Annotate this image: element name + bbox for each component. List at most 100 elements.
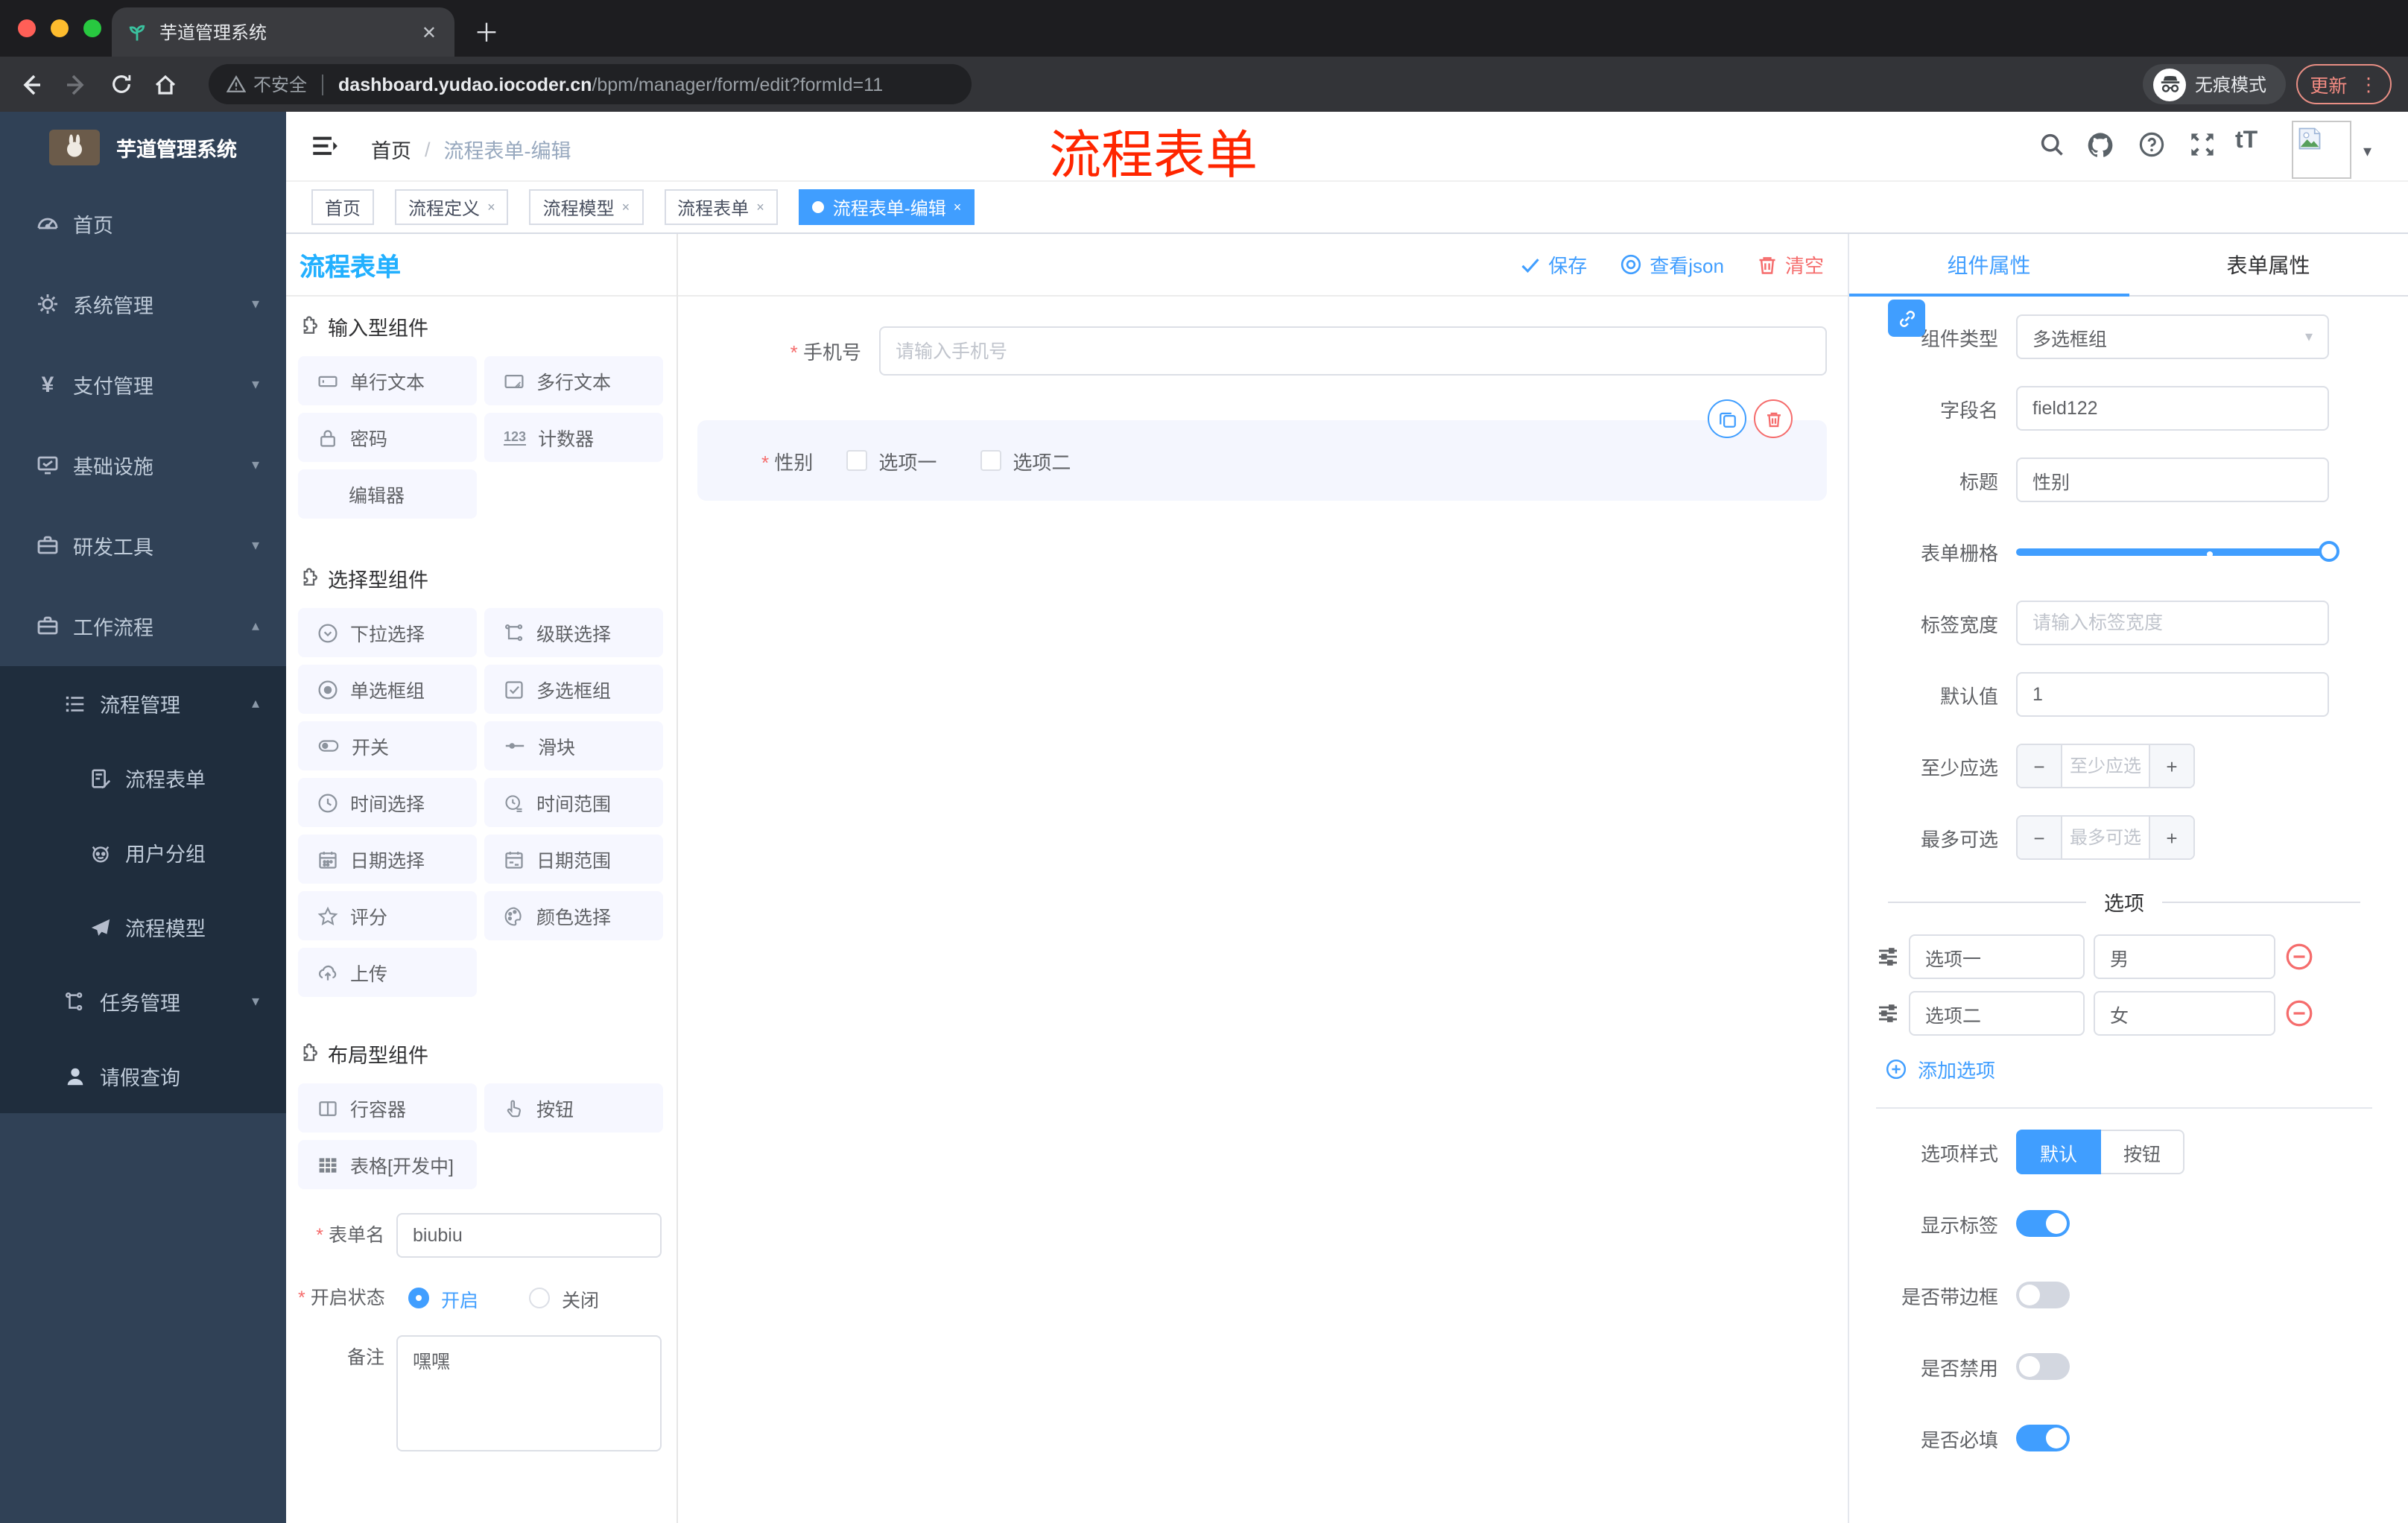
component-rate[interactable]: 评分 [298,891,477,940]
title-input[interactable] [2016,457,2329,502]
component-row-container[interactable]: 行容器 [298,1083,477,1133]
chrome-update-button[interactable]: 更新 ⋮ [2296,64,2392,104]
gender-option-2-label[interactable]: 选项二 [1013,446,1071,475]
style-button-button[interactable]: 按钮 [2101,1130,2185,1174]
component-time-picker[interactable]: 时间选择 [298,778,477,827]
delete-component-button[interactable] [1754,399,1793,438]
component-date-range[interactable]: 日期范围 [484,835,663,884]
tag-home[interactable]: 首页 [311,189,375,225]
macos-minimize-button[interactable] [51,19,69,37]
default-value-input[interactable] [2016,672,2329,717]
form-remark-textarea[interactable]: 嘿嘿 [396,1335,662,1451]
status-radio-off[interactable] [529,1288,551,1308]
tag-close-icon[interactable]: × [756,200,764,215]
remove-option-icon[interactable] [2284,998,2314,1028]
address-bar[interactable]: 不安全 dashboard.yudao.iocoder.cn /bpm/mana… [209,64,972,104]
component-table[interactable]: 表格[开发中] [298,1140,477,1189]
phone-input[interactable] [879,326,1827,376]
avatar[interactable] [2292,121,2351,179]
style-default-button[interactable]: 默认 [2016,1130,2102,1174]
sidebar-item-workflow[interactable]: 工作流程 ▴ [0,586,286,666]
macos-close-button[interactable] [18,19,36,37]
required-toggle[interactable] [2016,1425,2070,1451]
component-radio-group[interactable]: 单选框组 [298,665,477,714]
browser-menu-kebab-icon[interactable]: ⋮ [2360,73,2378,95]
sidebar-item-system[interactable]: 系统管理 ▾ [0,264,286,344]
reload-icon[interactable] [98,63,143,105]
tab-component-props[interactable]: 组件属性 [1849,234,2129,295]
option-label-input[interactable] [1909,991,2085,1036]
duplicate-component-button[interactable] [1708,399,1746,438]
component-single-text[interactable]: 单行文本 [298,356,477,405]
gender-checkbox-1[interactable] [846,450,867,471]
search-icon[interactable] [2038,131,2065,158]
sidebar-item-process-mgmt[interactable]: 流程管理 ▴ [0,666,286,741]
tag-process-form-edit[interactable]: 流程表单-编辑 × [798,189,975,225]
tag-close-icon[interactable]: × [954,200,962,215]
tag-process-model[interactable]: 流程模型 × [529,189,644,225]
back-icon[interactable] [9,63,54,105]
label-width-input[interactable] [2016,601,2329,645]
component-select[interactable]: 下拉选择 [298,608,477,657]
sidebar-item-user-group[interactable]: 用户分组 [0,815,286,890]
show-label-toggle[interactable] [2016,1210,2070,1237]
status-off-label[interactable]: 关闭 [562,1284,599,1312]
component-color-picker[interactable]: 颜色选择 [484,891,663,940]
component-password[interactable]: 密码 [298,413,477,462]
component-type-select[interactable]: 多选框组 ▾ [2016,314,2329,359]
component-multi-text[interactable]: 多行文本 [484,356,663,405]
github-icon[interactable] [2086,131,2114,159]
component-counter[interactable]: 123 计数器 [484,413,663,462]
slider-handle[interactable] [2319,541,2339,562]
field-name-input[interactable] [2016,386,2329,431]
help-icon[interactable] [2138,131,2165,158]
sidebar-item-process-form[interactable]: 流程表单 [0,741,286,815]
macos-zoom-button[interactable] [83,19,101,37]
component-upload[interactable]: 上传 [298,948,477,997]
home-icon[interactable] [143,63,188,105]
new-tab-icon[interactable]: ＋ [474,12,499,49]
remove-option-icon[interactable] [2284,942,2314,972]
component-checkbox-group[interactable]: 多选框组 [484,665,663,714]
component-time-range[interactable]: 时间范围 [484,778,663,827]
sidebar-item-leave-query[interactable]: 请假查询 [0,1039,286,1113]
add-option-button[interactable]: 添加选项 [1885,1051,2381,1086]
link-drawer-handle[interactable] [1888,300,1925,337]
tag-close-icon[interactable]: × [622,200,630,215]
view-json-button[interactable]: 查看json [1620,250,1724,279]
status-on-label[interactable]: 开启 [441,1284,478,1312]
breadcrumb-home[interactable]: 首页 [371,134,411,164]
canvas-field-gender-selected[interactable]: 性别 选项一 选项二 [697,420,1827,501]
with-border-toggle[interactable] [2016,1282,2070,1308]
clear-button[interactable]: 清空 [1757,250,1824,279]
component-switch[interactable]: 开关 [298,721,477,770]
disabled-toggle[interactable] [2016,1353,2070,1380]
sidebar-item-payment[interactable]: ¥ 支付管理 ▾ [0,344,286,425]
sidebar-item-task-mgmt[interactable]: 任务管理 ▾ [0,964,286,1039]
status-radio-on[interactable] [408,1288,429,1308]
gender-checkbox-2[interactable] [980,450,1001,471]
browser-tab[interactable]: 芋道管理系统 ✕ [112,7,454,57]
gender-option-1-label[interactable]: 选项一 [878,446,937,475]
sidebar-item-process-model[interactable]: 流程模型 [0,890,286,964]
avatar-caret-icon[interactable]: ▾ [2363,142,2371,161]
fullscreen-icon[interactable] [2189,131,2216,158]
option-value-input[interactable] [2094,934,2275,979]
form-name-input[interactable] [396,1213,662,1258]
tag-process-definition[interactable]: 流程定义 × [395,189,509,225]
component-cascader[interactable]: 级联选择 [484,608,663,657]
option-value-input[interactable] [2094,991,2275,1036]
tag-close-icon[interactable]: × [487,200,495,215]
drag-handle-icon[interactable] [1876,945,1900,969]
tab-form-props[interactable]: 表单属性 [2129,234,2408,295]
max-select-input[interactable] [2062,817,2149,858]
component-editor[interactable]: 编辑器 [298,469,477,519]
font-size-icon[interactable]: tT [2235,128,2258,155]
grid-slider[interactable] [2016,529,2339,574]
component-slider[interactable]: 滑块 [484,721,663,770]
min-select-input[interactable] [2062,745,2149,787]
stepper-increase-button[interactable]: + [2149,745,2193,787]
component-button[interactable]: 按钮 [484,1083,663,1133]
forward-icon[interactable] [54,63,98,105]
sidebar-item-infra[interactable]: 基础设施 ▾ [0,425,286,505]
